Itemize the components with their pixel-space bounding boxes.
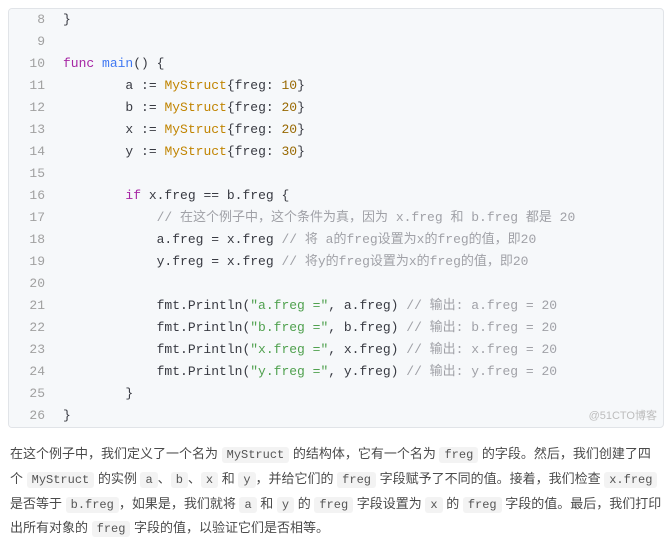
line-content: y := MyStruct{freg: 30} bbox=[55, 141, 305, 163]
line-content: func main() { bbox=[55, 53, 164, 75]
line-number: 9 bbox=[9, 31, 55, 53]
code-line: 23 fmt.Println("x.freg =", x.freg) // 输出… bbox=[9, 339, 663, 361]
explanation-paragraph: 在这个例子中，我们定义了一个名为 MyStruct 的结构体，它有一个名为 fr… bbox=[10, 442, 662, 541]
inline-code: a bbox=[140, 472, 157, 488]
line-number: 25 bbox=[9, 383, 55, 405]
line-number: 21 bbox=[9, 295, 55, 317]
line-number: 24 bbox=[9, 361, 55, 383]
inline-code: y bbox=[238, 472, 255, 488]
inline-code: freg bbox=[314, 497, 353, 513]
line-content: fmt.Println("y.freg =", y.freg) // 输出: y… bbox=[55, 361, 557, 383]
code-line: 8} bbox=[9, 9, 663, 31]
line-number: 11 bbox=[9, 75, 55, 97]
code-line: 9 bbox=[9, 31, 663, 53]
code-line: 20 bbox=[9, 273, 663, 295]
line-content bbox=[55, 273, 63, 295]
line-content: fmt.Println("a.freg =", a.freg) // 输出: a… bbox=[55, 295, 557, 317]
code-line: 12 b := MyStruct{freg: 20} bbox=[9, 97, 663, 119]
line-number: 18 bbox=[9, 229, 55, 251]
code-block: 8}910func main() {11 a := MyStruct{freg:… bbox=[8, 8, 664, 428]
line-content: y.freg = x.freg // 将y的freg设置为x的freg的值，即2… bbox=[55, 251, 529, 273]
inline-code: x.freg bbox=[604, 472, 657, 488]
line-content bbox=[55, 31, 63, 53]
code-line: 14 y := MyStruct{freg: 30} bbox=[9, 141, 663, 163]
code-line: 24 fmt.Println("y.freg =", y.freg) // 输出… bbox=[9, 361, 663, 383]
line-number: 14 bbox=[9, 141, 55, 163]
inline-code: MyStruct bbox=[27, 472, 95, 488]
code-line: 11 a := MyStruct{freg: 10} bbox=[9, 75, 663, 97]
line-number: 10 bbox=[9, 53, 55, 75]
line-content: } bbox=[55, 9, 71, 31]
code-line: 21 fmt.Println("a.freg =", a.freg) // 输出… bbox=[9, 295, 663, 317]
line-content: fmt.Println("x.freg =", x.freg) // 输出: x… bbox=[55, 339, 557, 361]
inline-code: freg bbox=[337, 472, 376, 488]
line-number: 15 bbox=[9, 163, 55, 185]
line-content: x := MyStruct{freg: 20} bbox=[55, 119, 305, 141]
code-line: 19 y.freg = x.freg // 将y的freg设置为x的freg的值… bbox=[9, 251, 663, 273]
inline-code: b bbox=[171, 472, 188, 488]
line-number: 8 bbox=[9, 9, 55, 31]
line-number: 26 bbox=[9, 405, 55, 427]
line-content: fmt.Println("b.freg =", b.freg) // 输出: b… bbox=[55, 317, 557, 339]
inline-code: freg bbox=[463, 497, 502, 513]
line-content: a := MyStruct{freg: 10} bbox=[55, 75, 305, 97]
code-line: 22 fmt.Println("b.freg =", b.freg) // 输出… bbox=[9, 317, 663, 339]
line-content bbox=[55, 163, 63, 185]
inline-code: MyStruct bbox=[222, 447, 290, 463]
line-number: 13 bbox=[9, 119, 55, 141]
line-number: 19 bbox=[9, 251, 55, 273]
inline-code: freg bbox=[439, 447, 478, 463]
inline-code: b.freg bbox=[66, 497, 119, 513]
line-content: a.freg = x.freg // 将 a的freg设置为x的freg的值，即… bbox=[55, 229, 536, 251]
code-line: 26} bbox=[9, 405, 663, 427]
code-line: 15 bbox=[9, 163, 663, 185]
code-line: 16 if x.freg == b.freg { bbox=[9, 185, 663, 207]
line-number: 23 bbox=[9, 339, 55, 361]
line-content: b := MyStruct{freg: 20} bbox=[55, 97, 305, 119]
line-content: } bbox=[55, 405, 71, 427]
line-number: 12 bbox=[9, 97, 55, 119]
line-number: 16 bbox=[9, 185, 55, 207]
line-content: } bbox=[55, 383, 133, 405]
line-number: 20 bbox=[9, 273, 55, 295]
line-number: 22 bbox=[9, 317, 55, 339]
inline-code: y bbox=[277, 497, 294, 513]
code-line: 13 x := MyStruct{freg: 20} bbox=[9, 119, 663, 141]
code-line: 10func main() { bbox=[9, 53, 663, 75]
line-content: if x.freg == b.freg { bbox=[55, 185, 289, 207]
inline-code: x bbox=[425, 497, 442, 513]
code-line: 17 // 在这个例子中，这个条件为真，因为 x.freg 和 b.freg 都… bbox=[9, 207, 663, 229]
line-number: 17 bbox=[9, 207, 55, 229]
inline-code: freg bbox=[92, 521, 131, 537]
code-line: 18 a.freg = x.freg // 将 a的freg设置为x的freg的… bbox=[9, 229, 663, 251]
code-line: 25 } bbox=[9, 383, 663, 405]
inline-code: x bbox=[201, 472, 218, 488]
inline-code: a bbox=[239, 497, 256, 513]
watermark-label: @51CTO博客 bbox=[589, 407, 657, 423]
line-content: // 在这个例子中，这个条件为真，因为 x.freg 和 b.freg 都是 2… bbox=[55, 207, 575, 229]
